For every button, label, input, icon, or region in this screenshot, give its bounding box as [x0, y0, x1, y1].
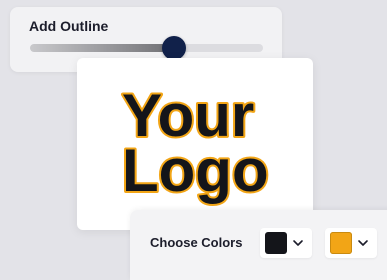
chevron-down-icon [358, 240, 368, 246]
logo-text-line2: Logo [122, 137, 269, 204]
secondary-color-swatch [330, 232, 352, 254]
choose-colors-label: Choose Colors [150, 235, 243, 250]
outline-slider-fill [30, 44, 175, 52]
primary-color-dropdown[interactable] [260, 228, 312, 258]
outline-slider-track[interactable] [30, 44, 263, 52]
primary-color-swatch [265, 232, 287, 254]
logo-preview-card: Your Logo [77, 58, 313, 230]
secondary-color-dropdown[interactable] [325, 228, 377, 258]
chevron-down-icon [293, 240, 303, 246]
add-outline-title: Add Outline [29, 18, 109, 34]
logo-preview: Your Logo [120, 80, 271, 206]
outline-slider-thumb[interactable] [162, 36, 187, 60]
choose-colors-panel: Choose Colors [130, 210, 387, 280]
